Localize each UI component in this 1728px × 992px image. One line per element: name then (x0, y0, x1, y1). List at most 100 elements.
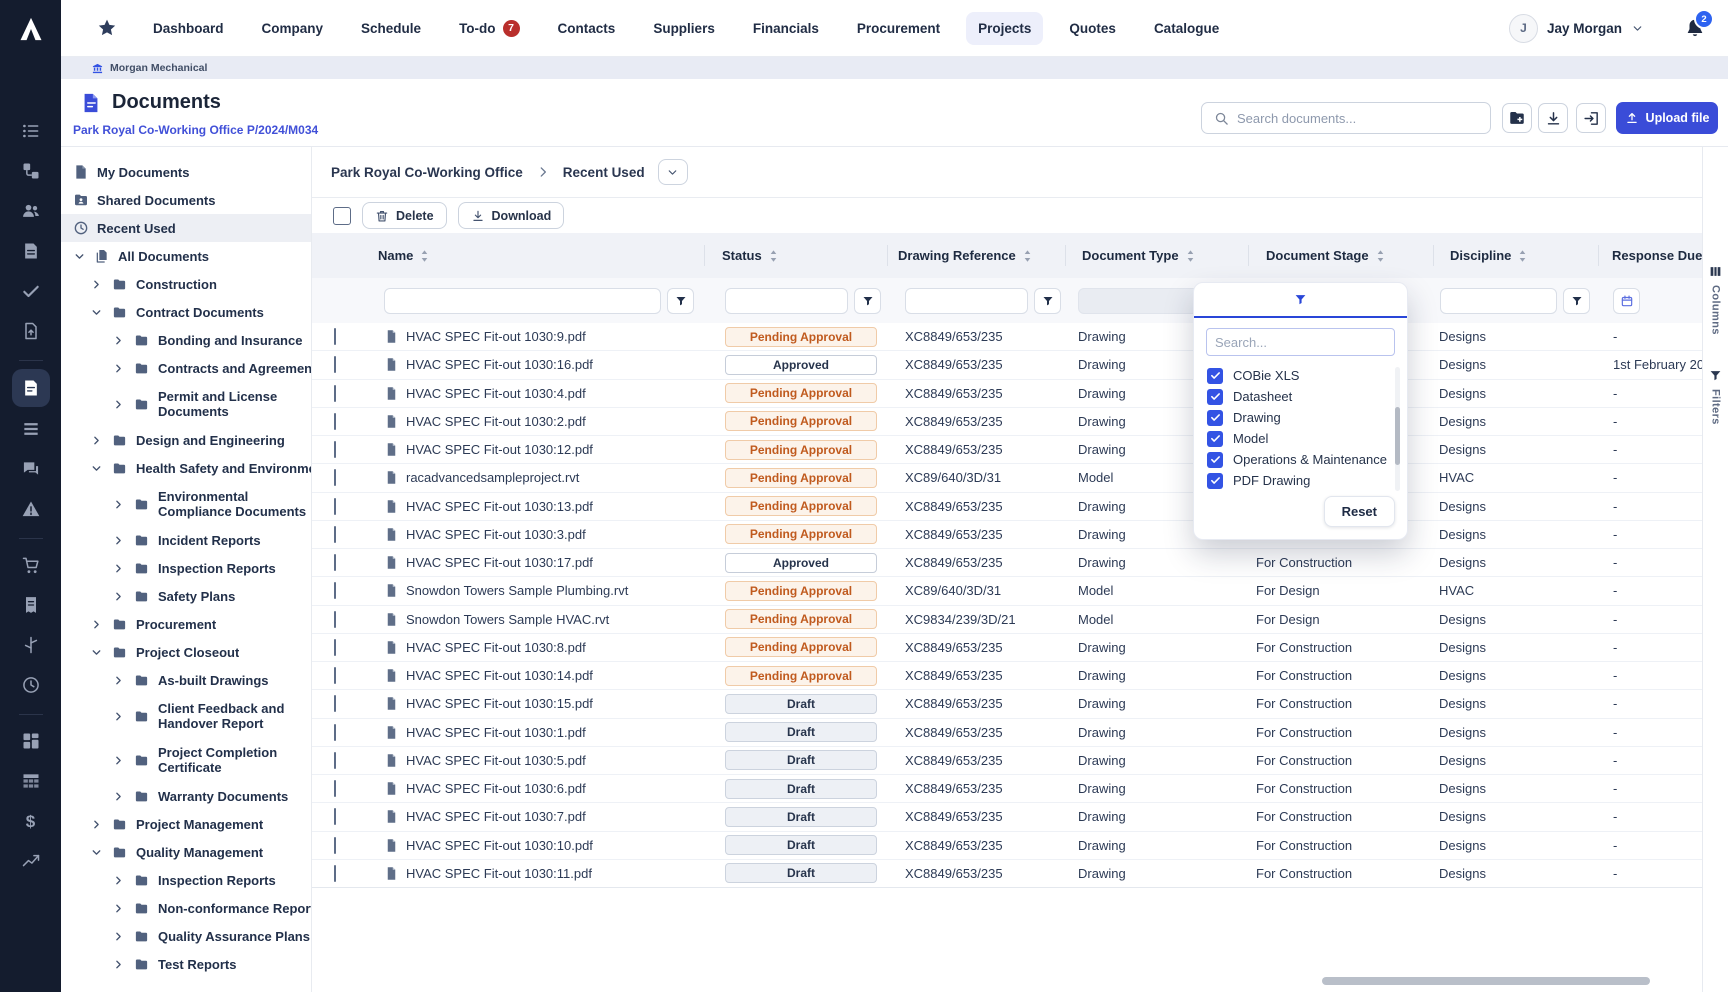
column-header-drawing-reference[interactable]: Drawing Reference (887, 233, 1065, 278)
sort-icon[interactable] (1518, 249, 1527, 263)
chevron-icon[interactable] (112, 930, 125, 943)
notifications-bell[interactable]: 2 (1684, 17, 1706, 39)
favorites-star-icon[interactable] (97, 18, 117, 38)
org-name[interactable]: Morgan Mechanical (110, 62, 207, 74)
nav-item-financials[interactable]: Financials (741, 12, 831, 45)
name-filter-input[interactable] (384, 288, 661, 314)
chevron-icon[interactable] (90, 818, 103, 831)
breadcrumb-project[interactable]: Park Royal Co-Working Office (331, 165, 523, 180)
checked-checkbox[interactable] (1207, 368, 1223, 384)
dropdown-option-pdf-drawing[interactable]: PDF Drawing (1207, 470, 1407, 491)
apps-icon[interactable] (19, 729, 43, 753)
folder-design-and-engineering[interactable]: Design and Engineering (61, 426, 311, 454)
folder-bonding-and-insurance[interactable]: Bonding and Insurance (61, 326, 311, 354)
column-header-name[interactable]: Name (362, 233, 704, 278)
nav-item-projects[interactable]: Projects (966, 12, 1043, 45)
name-filter-button[interactable] (667, 288, 694, 314)
dropdown-search-input[interactable] (1206, 328, 1395, 356)
status-filter-input[interactable] (725, 288, 848, 314)
sidebar-item-my-documents[interactable]: My Documents (61, 158, 311, 186)
row-checkbox[interactable] (334, 837, 336, 854)
filters-panel-tab[interactable]: Filters (1703, 369, 1728, 425)
row-checkbox[interactable] (334, 667, 336, 684)
folder-as-built-drawings[interactable]: As-built Drawings (61, 666, 311, 694)
file-name[interactable]: HVAC SPEC Fit-out 1030:5.pdf (406, 753, 586, 768)
columns-panel-tab[interactable]: Columns (1703, 265, 1728, 335)
discipline-filter-input[interactable] (1440, 288, 1557, 314)
row-checkbox[interactable] (334, 639, 336, 656)
row-checkbox[interactable] (334, 611, 336, 628)
folder-contracts-and-agreements[interactable]: Contracts and Agreements (61, 354, 311, 382)
upload-file-button[interactable]: Upload file (1616, 102, 1718, 134)
chevron-down-icon[interactable] (73, 250, 86, 263)
chevron-icon[interactable] (112, 674, 125, 687)
chevron-icon[interactable] (112, 398, 125, 411)
nav-item-contacts[interactable]: Contacts (546, 12, 628, 45)
file-name[interactable]: Snowdon Towers Sample Plumbing.rvt (406, 583, 628, 598)
file-name[interactable]: HVAC SPEC Fit-out 1030:17.pdf (406, 555, 593, 570)
dropdown-option-drawing[interactable]: Drawing (1207, 407, 1407, 428)
chevron-icon[interactable] (90, 462, 103, 475)
finance-icon[interactable]: $ (19, 809, 43, 833)
folder-non-conformance-reports[interactable]: Non-conformance Reports (61, 894, 311, 922)
dropdown-option-datasheet[interactable]: Datasheet (1207, 386, 1407, 407)
chevron-icon[interactable] (112, 958, 125, 971)
chevron-icon[interactable] (112, 362, 125, 375)
sort-icon[interactable] (769, 249, 778, 263)
chevron-icon[interactable] (112, 790, 125, 803)
dropdown-option-cobie-xls[interactable]: COBie XLS (1207, 365, 1407, 386)
dropdown-option-model[interactable]: Model (1207, 428, 1407, 449)
sidebar-item-all-documents[interactable]: All Documents (61, 242, 311, 270)
checked-checkbox[interactable] (1207, 431, 1223, 447)
sidebar-item-recent-used[interactable]: Recent Used (61, 214, 311, 242)
file-name[interactable]: racadvancedsampleproject.rvt (406, 470, 579, 485)
file-name[interactable]: HVAC SPEC Fit-out 1030:2.pdf (406, 414, 586, 429)
move-to-folder-button[interactable] (1576, 103, 1606, 133)
allocations-icon[interactable] (19, 633, 43, 657)
nav-item-to-do[interactable]: To-do 7 (447, 11, 531, 46)
select-all-checkbox[interactable] (333, 207, 351, 225)
row-checkbox[interactable] (334, 413, 336, 430)
reset-button[interactable]: Reset (1324, 496, 1395, 527)
sort-icon[interactable] (1376, 249, 1385, 263)
folder-warranty-documents[interactable]: Warranty Documents (61, 782, 311, 810)
file-name[interactable]: HVAC SPEC Fit-out 1030:3.pdf (406, 527, 586, 542)
checked-checkbox[interactable] (1207, 410, 1223, 426)
sidebar-item-shared-documents[interactable]: Shared Documents (61, 186, 311, 214)
analytics-icon[interactable] (19, 849, 43, 873)
folder-inspection-reports[interactable]: Inspection Reports (61, 866, 311, 894)
nav-item-suppliers[interactable]: Suppliers (641, 12, 727, 45)
sort-icon[interactable] (1023, 249, 1032, 263)
chevron-icon[interactable] (112, 534, 125, 547)
discipline-filter-button[interactable] (1563, 288, 1590, 314)
nav-item-company[interactable]: Company (250, 12, 336, 45)
folder-quality-assurance-plans[interactable]: Quality Assurance Plans (61, 922, 311, 950)
column-header-discipline[interactable]: Discipline (1433, 233, 1598, 278)
folder-inspection-reports[interactable]: Inspection Reports (61, 554, 311, 582)
dropdown-option-operations-maintenance[interactable]: Operations & Maintenance (1207, 449, 1407, 470)
invoices-icon[interactable] (19, 593, 43, 617)
column-header-document-stage[interactable]: Document Stage (1248, 233, 1433, 278)
response-due-date-filter-button[interactable] (1613, 288, 1640, 314)
approvals-icon[interactable] (19, 279, 43, 303)
alerts-icon[interactable] (19, 497, 43, 521)
row-checkbox[interactable] (334, 328, 336, 345)
messages-icon[interactable] (19, 457, 43, 481)
sort-icon[interactable] (420, 249, 429, 263)
purchases-icon[interactable] (19, 553, 43, 577)
sort-icon[interactable] (1186, 249, 1195, 263)
nav-item-schedule[interactable]: Schedule (349, 12, 433, 45)
chevron-icon[interactable] (112, 874, 125, 887)
checked-checkbox[interactable] (1207, 452, 1223, 468)
row-checkbox[interactable] (334, 865, 336, 882)
org-chart-icon[interactable] (19, 159, 43, 183)
row-checkbox[interactable] (334, 554, 336, 571)
row-checkbox[interactable] (334, 441, 336, 458)
folder-quality-management[interactable]: Quality Management (61, 838, 311, 866)
row-checkbox[interactable] (334, 582, 336, 599)
folder-permit-and-license-documents[interactable]: Permit and License Documents (61, 382, 311, 426)
chevron-icon[interactable] (90, 306, 103, 319)
documents-search-input[interactable] (1229, 111, 1490, 126)
tables-icon[interactable] (19, 769, 43, 793)
row-checkbox[interactable] (334, 752, 336, 769)
